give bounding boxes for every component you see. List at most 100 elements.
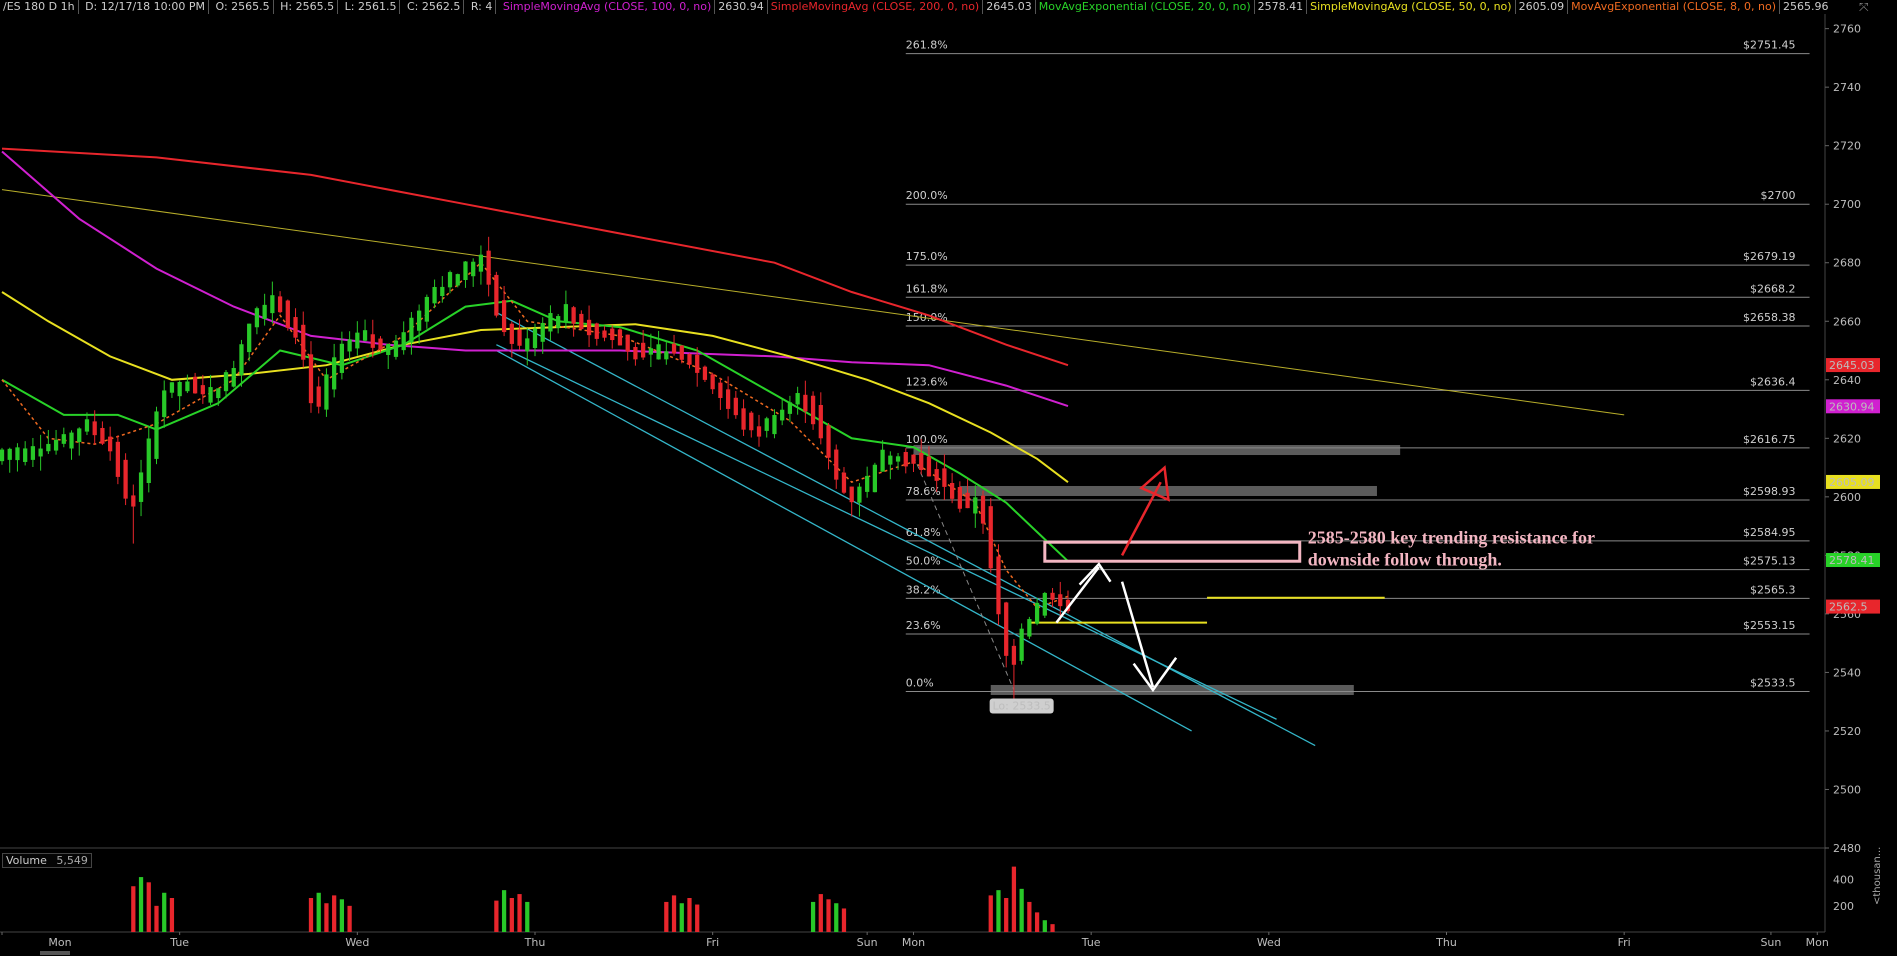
candle[interactable]	[308, 354, 314, 404]
candle[interactable]	[463, 261, 468, 281]
volume-bar[interactable]	[324, 903, 329, 932]
volume-bar[interactable]	[509, 898, 514, 932]
candle[interactable]	[586, 319, 592, 336]
channel-line-middle[interactable]	[496, 344, 1277, 720]
volume-bar[interactable]	[1034, 912, 1040, 932]
candle[interactable]	[208, 387, 213, 403]
candle[interactable]	[486, 250, 491, 285]
volume-bar[interactable]	[501, 890, 507, 932]
candle[interactable]	[965, 492, 970, 509]
candle[interactable]	[301, 324, 306, 360]
candle[interactable]	[919, 452, 924, 471]
candle[interactable]	[447, 272, 453, 288]
candle[interactable]	[92, 421, 97, 436]
candle[interactable]	[571, 307, 576, 324]
volume-bar[interactable]	[695, 904, 700, 932]
candle[interactable]	[362, 330, 368, 341]
candle[interactable]	[810, 395, 816, 425]
candle[interactable]	[23, 448, 28, 462]
candle[interactable]	[857, 486, 862, 503]
candle[interactable]	[671, 343, 677, 354]
candle[interactable]	[841, 472, 847, 493]
candle[interactable]	[656, 344, 661, 360]
candle[interactable]	[494, 274, 499, 316]
candle[interactable]	[324, 374, 329, 410]
candle[interactable]	[865, 475, 870, 492]
candle[interactable]	[1050, 592, 1055, 600]
volume-bar[interactable]	[1011, 866, 1017, 932]
candle[interactable]	[30, 446, 36, 460]
volume-bar[interactable]	[1042, 920, 1047, 932]
candle[interactable]	[895, 456, 901, 462]
volume-bar[interactable]	[332, 895, 337, 932]
candle[interactable]	[772, 415, 777, 435]
candle[interactable]	[718, 382, 723, 398]
candle[interactable]	[185, 381, 190, 392]
candle[interactable]	[602, 330, 607, 338]
candle[interactable]	[254, 308, 260, 328]
candle[interactable]	[556, 316, 561, 328]
candle[interactable]	[316, 386, 321, 407]
candle[interactable]	[563, 304, 569, 323]
candle[interactable]	[115, 441, 120, 477]
candle[interactable]	[332, 357, 337, 390]
candle[interactable]	[46, 443, 51, 452]
candle[interactable]	[108, 436, 113, 452]
candle[interactable]	[749, 412, 754, 431]
candle[interactable]	[888, 455, 893, 465]
candle[interactable]	[741, 408, 746, 430]
candle[interactable]	[386, 343, 391, 355]
candle[interactable]	[393, 340, 399, 357]
candle[interactable]	[996, 556, 1001, 615]
candle[interactable]	[401, 332, 406, 351]
candle[interactable]	[77, 428, 82, 443]
candle[interactable]	[154, 411, 159, 459]
volume-bar[interactable]	[664, 901, 669, 932]
candle[interactable]	[84, 419, 90, 432]
candle[interactable]	[532, 328, 538, 348]
candle[interactable]	[200, 385, 205, 395]
candle[interactable]	[787, 402, 793, 414]
candle[interactable]	[579, 313, 584, 330]
candle[interactable]	[695, 354, 700, 373]
candle[interactable]	[509, 323, 514, 344]
candle[interactable]	[100, 427, 105, 444]
candle[interactable]	[123, 459, 128, 499]
candle[interactable]	[1042, 592, 1047, 616]
candle[interactable]	[725, 389, 731, 409]
candle[interactable]	[239, 344, 244, 376]
candle[interactable]	[216, 388, 221, 399]
candle[interactable]	[424, 296, 429, 322]
resistance-box[interactable]	[1043, 540, 1302, 563]
candle[interactable]	[440, 286, 445, 297]
candle[interactable]	[780, 409, 785, 421]
candle[interactable]	[378, 338, 383, 350]
candle[interactable]	[455, 274, 460, 286]
volume-bar[interactable]	[494, 900, 499, 932]
candle[interactable]	[1027, 619, 1032, 637]
resistance-zone-0[interactable]	[913, 445, 1401, 456]
candle[interactable]	[1058, 594, 1063, 607]
candle[interactable]	[540, 322, 545, 342]
candle[interactable]	[980, 495, 986, 524]
volume-bar[interactable]	[834, 903, 839, 932]
volume-bar[interactable]	[1019, 888, 1024, 932]
candle[interactable]	[633, 346, 638, 360]
candle[interactable]	[988, 506, 993, 569]
candle[interactable]	[177, 381, 182, 397]
volume-bar[interactable]	[1027, 901, 1032, 932]
volume-bar[interactable]	[810, 901, 816, 932]
candle[interactable]	[525, 338, 530, 352]
candle[interactable]	[949, 482, 955, 499]
candle[interactable]	[138, 472, 144, 502]
candle[interactable]	[710, 374, 715, 390]
candle[interactable]	[764, 418, 769, 431]
volume-bar[interactable]	[525, 901, 530, 932]
volume-bar[interactable]	[131, 886, 136, 932]
candle[interactable]	[471, 261, 476, 277]
candle[interactable]	[517, 329, 522, 346]
horizontal-scrollbar[interactable]	[40, 951, 70, 955]
candle[interactable]	[7, 448, 12, 460]
candle[interactable]	[417, 310, 422, 331]
volume-bar[interactable]	[517, 894, 522, 932]
